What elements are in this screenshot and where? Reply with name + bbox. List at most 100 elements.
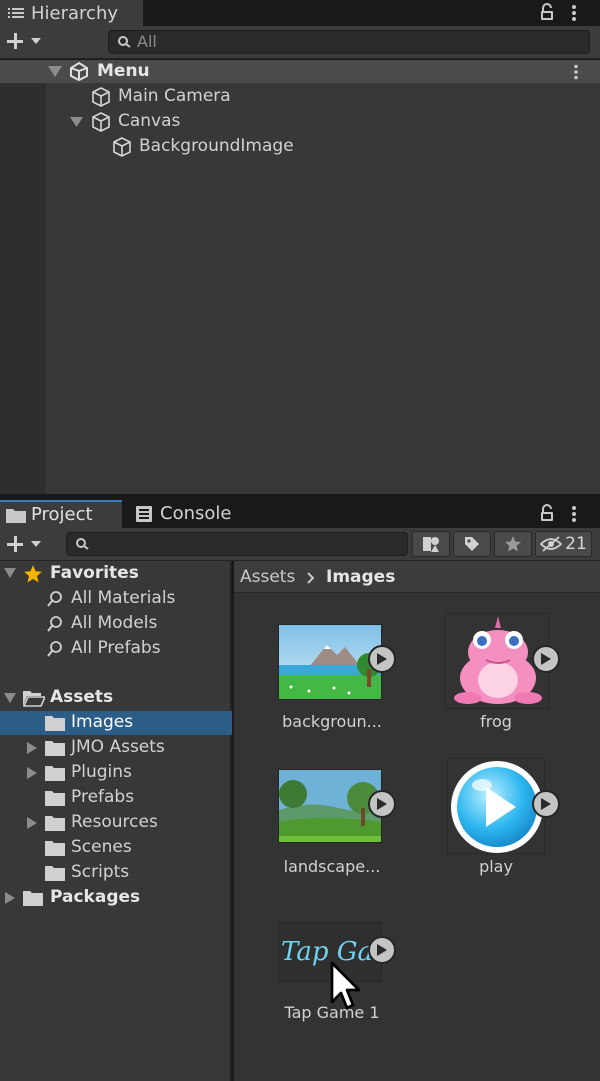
asset-play[interactable]: play [426, 758, 566, 883]
search-by-label-button[interactable] [453, 531, 491, 557]
packages-label: Packages [50, 887, 141, 907]
create-asset-button[interactable] [6, 535, 42, 553]
foldout-collapsed-icon [5, 892, 15, 904]
asset-label: landscape... [283, 857, 381, 876]
tab-project-label: Project [31, 504, 93, 525]
console-icon [136, 506, 152, 522]
folder-scenes[interactable]: Scenes [0, 836, 232, 860]
hierarchy-item-label: BackgroundImage [139, 136, 294, 156]
play-icon[interactable] [368, 790, 396, 818]
folder-icon [45, 716, 65, 731]
foldout-collapsed-icon [27, 742, 37, 754]
favorite-all-materials[interactable]: All Materials [0, 587, 232, 611]
project-search-input[interactable] [66, 532, 408, 556]
folder-scripts[interactable]: Scripts [0, 861, 232, 885]
folder-prefabs[interactable]: Prefabs [0, 786, 232, 810]
hierarchy-item-main-camera[interactable]: Main Camera [46, 85, 600, 109]
hierarchy-toolbar: All [0, 26, 600, 59]
folder-label: Images [71, 712, 134, 732]
play-button-thumbnail [447, 758, 545, 854]
foldout-expanded-icon[interactable] [4, 693, 16, 703]
search-icon [46, 590, 64, 608]
landscape-thumbnail [278, 769, 382, 843]
folder-plugins[interactable]: Plugins [0, 761, 232, 785]
breadcrumb-assets[interactable]: Assets [240, 566, 295, 588]
plus-icon [7, 536, 23, 552]
asset-landscape[interactable]: landscape... [262, 758, 402, 883]
gameobject-cube-icon [111, 136, 133, 158]
kebab-icon[interactable] [571, 4, 577, 22]
tab-console-label: Console [160, 503, 232, 524]
folder-icon [45, 841, 65, 856]
search-icon [46, 640, 64, 658]
tab-console[interactable]: Console [122, 500, 242, 528]
breadcrumb: Assets Images [234, 561, 600, 593]
breadcrumb-images[interactable]: Images [326, 566, 395, 588]
chevron-right-icon [307, 572, 315, 584]
add-object-button[interactable] [6, 32, 42, 50]
search-by-type-button[interactable] [412, 531, 450, 557]
asset-frog[interactable]: frog [426, 613, 566, 738]
folder-resources[interactable]: Resources [0, 811, 232, 835]
asset-label: backgroun... [282, 712, 382, 731]
folder-open-icon [23, 690, 45, 707]
favorites-filter-button[interactable] [494, 531, 532, 557]
star-icon [505, 536, 521, 552]
scene-name: Menu [97, 61, 150, 81]
hierarchy-item-canvas[interactable]: Canvas [46, 110, 600, 134]
hamburger-icon [8, 6, 24, 20]
eye-slash-icon [540, 536, 563, 552]
foldout-expanded-icon[interactable] [70, 117, 83, 127]
foldout-collapsed-icon [27, 817, 37, 829]
folder-icon [6, 507, 26, 523]
scene-row-menu[interactable]: Menu [0, 60, 600, 83]
folder-icon [45, 741, 65, 756]
favorite-all-models[interactable]: All Models [0, 612, 232, 636]
hidden-packages-toggle[interactable]: 21 [535, 531, 592, 557]
play-icon[interactable] [532, 790, 560, 818]
gameobject-cube-icon [90, 86, 112, 108]
folder-label: Prefabs [71, 787, 135, 807]
mouse-cursor-icon [329, 960, 365, 1014]
gameobject-cube-icon [90, 111, 112, 133]
play-icon[interactable] [532, 645, 560, 673]
asset-background[interactable]: backgroun... [262, 613, 402, 738]
foldout-collapsed-icon [27, 767, 37, 779]
favorites-label: Favorites [50, 563, 139, 583]
search-icon [75, 537, 91, 551]
scene-kebab-icon[interactable] [573, 64, 579, 80]
hierarchy-item-background-image[interactable]: BackgroundImage [46, 135, 600, 159]
hierarchy-tab-label: Hierarchy [31, 3, 119, 24]
folder-icon [45, 791, 65, 806]
foldout-expanded-icon[interactable] [4, 568, 16, 578]
foldout-expanded-icon[interactable] [48, 66, 62, 77]
folder-icon [45, 766, 65, 781]
folder-jmo-assets[interactable]: JMO Assets [0, 736, 232, 760]
favorite-all-prefabs[interactable]: All Prefabs [0, 637, 232, 661]
folder-images[interactable]: Images [0, 711, 232, 735]
play-icon[interactable] [368, 645, 396, 673]
lock-icon[interactable] [539, 504, 555, 522]
folder-icon [23, 891, 43, 906]
folder-label: JMO Assets [71, 737, 165, 757]
tree-packages[interactable]: Packages [0, 886, 232, 910]
unity-scene-icon [68, 61, 90, 81]
tab-project[interactable]: Project [0, 500, 122, 528]
hierarchy-item-label: Canvas [118, 111, 181, 131]
play-icon[interactable] [368, 936, 396, 964]
favorite-label: All Materials [71, 588, 176, 608]
hidden-count: 21 [565, 534, 587, 554]
folder-label: Scenes [71, 837, 132, 857]
favorite-label: All Prefabs [71, 638, 161, 658]
tree-favorites[interactable]: Favorites [0, 562, 232, 586]
search-placeholder: All [137, 32, 157, 51]
folder-icon [45, 816, 65, 831]
lock-icon[interactable] [539, 3, 555, 21]
tab-hierarchy[interactable]: Hierarchy [0, 0, 143, 26]
folder-label: Plugins [71, 762, 132, 782]
kebab-icon[interactable] [571, 505, 577, 523]
asset-label: frog [480, 712, 512, 731]
assets-label: Assets [50, 687, 114, 707]
tree-assets[interactable]: Assets [0, 686, 232, 710]
hierarchy-search-input[interactable]: All [108, 30, 590, 54]
